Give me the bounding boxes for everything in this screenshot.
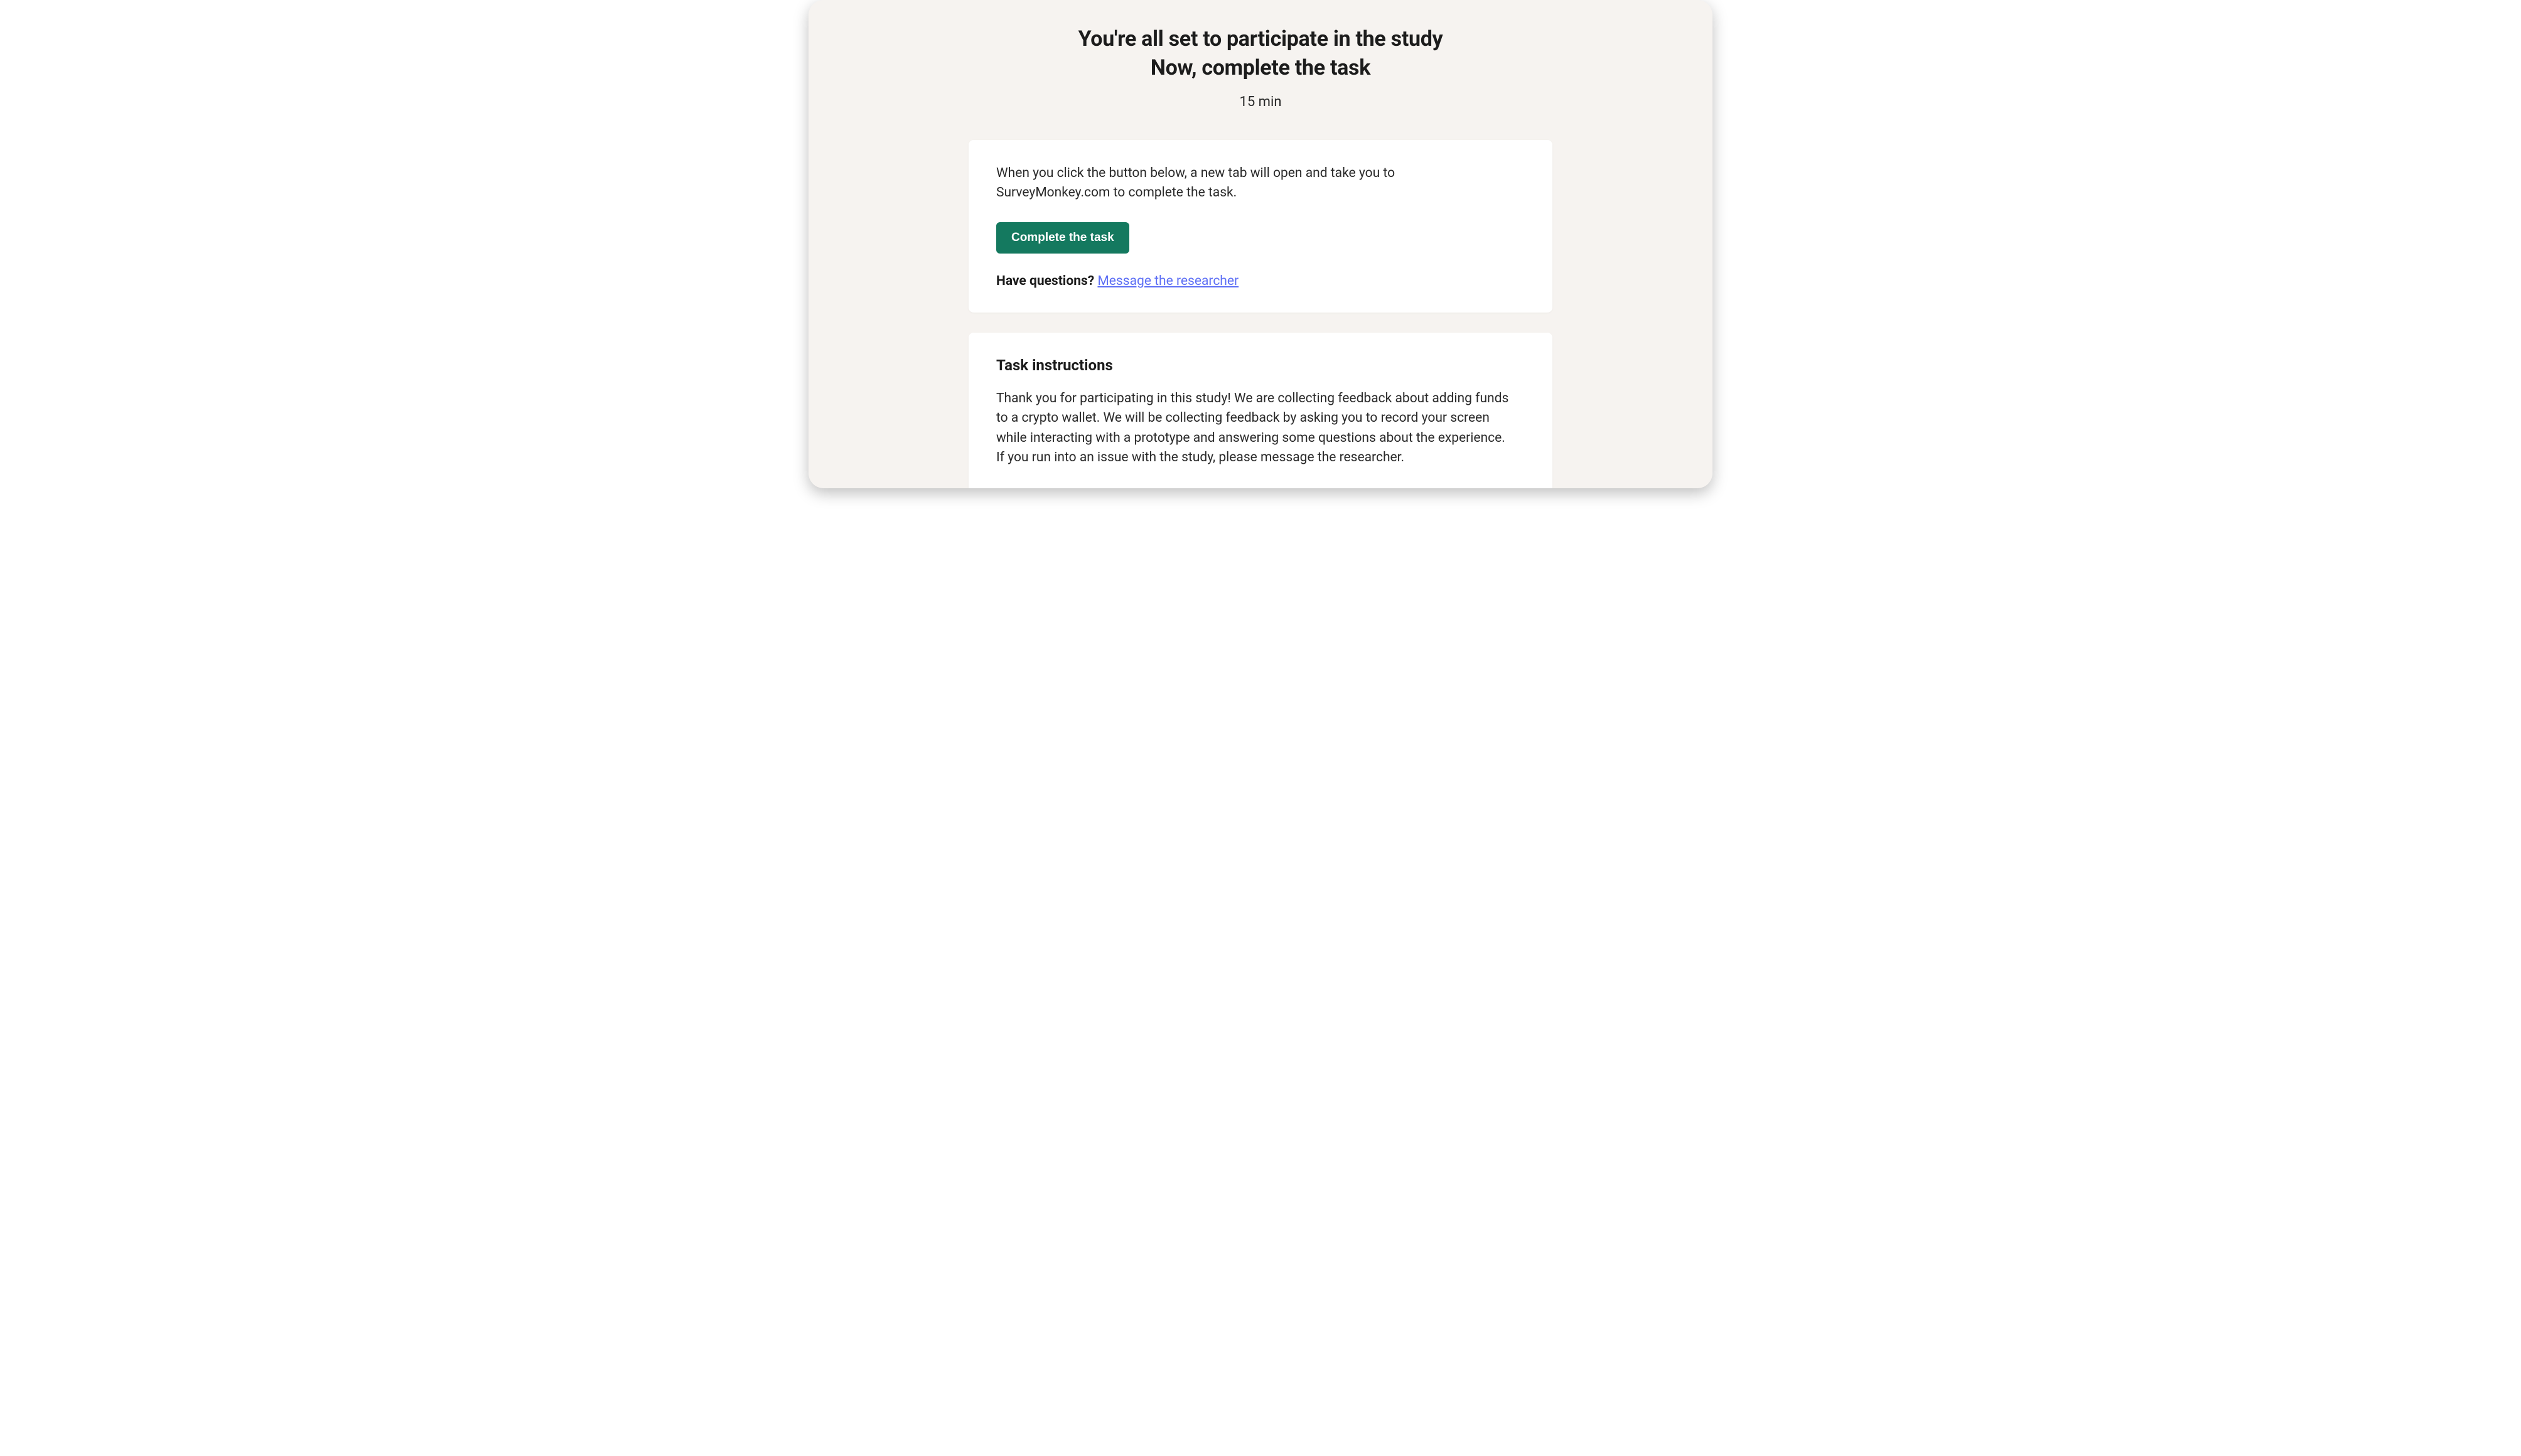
instructions-title: Task instructions [996,356,1525,374]
instructions-card: Task instructions Thank you for particip… [969,333,1552,488]
duration-label: 15 min [829,94,1692,110]
page-header: You're all set to participate in the stu… [829,25,1692,110]
page-title-line1: You're all set to participate in the stu… [1078,26,1443,51]
complete-task-button[interactable]: Complete the task [996,222,1129,254]
content-column: When you click the button below, a new t… [969,140,1552,488]
instructions-body: Thank you for participating in this stud… [996,389,1511,468]
question-label: Have questions? [996,274,1097,289]
message-researcher-link[interactable]: Message the researcher [1097,274,1239,289]
task-card: When you click the button below, a new t… [969,140,1552,313]
study-window: You're all set to participate in the stu… [809,0,1712,488]
page-title-line2: Now, complete the task [1151,55,1370,80]
task-intro-text: When you click the button below, a new t… [996,164,1473,203]
page-title: You're all set to participate in the stu… [829,25,1692,83]
question-row: Have questions? Message the researcher [996,274,1525,289]
